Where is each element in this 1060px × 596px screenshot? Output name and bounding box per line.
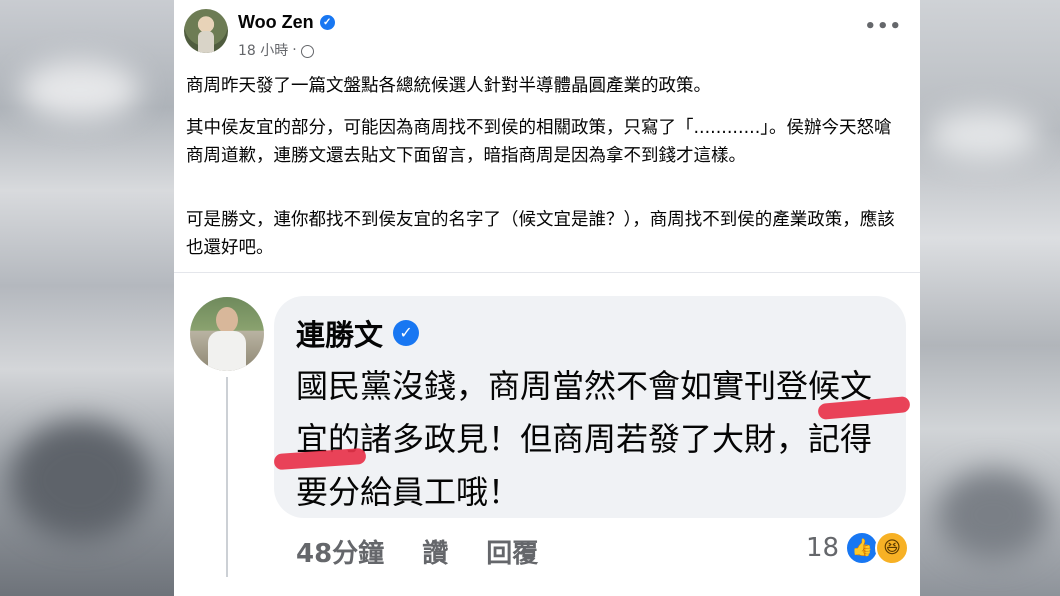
post-meta: 18 小時 · bbox=[238, 40, 314, 60]
blurred-backdrop-right bbox=[918, 0, 1060, 596]
backdrop-blur-shape bbox=[20, 60, 140, 120]
post-paragraph: 其中侯友宜的部分，可能因為商周找不到侯的相關政策，只寫了「...........… bbox=[186, 118, 892, 166]
like-icon: 👍 bbox=[845, 531, 880, 565]
comment-actions: 48分鐘 讚 回覆 bbox=[296, 533, 538, 570]
backdrop-blur-shape bbox=[10, 420, 150, 540]
haha-icon: 😆 bbox=[875, 531, 910, 565]
more-options-icon[interactable]: ••• bbox=[864, 16, 902, 37]
comment-time[interactable]: 48分鐘 bbox=[296, 533, 384, 570]
post: Woo Zen ✓ 18 小時 · ••• 商周昨天發了一篇文盤點各總統候選人針… bbox=[174, 0, 920, 272]
commenter-avatar[interactable] bbox=[190, 297, 264, 371]
thread-line bbox=[226, 377, 228, 577]
verified-badge-icon: ✓ bbox=[319, 15, 335, 30]
blurred-backdrop-left bbox=[0, 0, 174, 596]
reaction-count: 18 bbox=[806, 533, 840, 563]
comment-screenshot: 連勝文 ✓ 國民黨沒錢，商周當然不會如實刊登候文宜的諸多政見！但商周若發了大財，… bbox=[174, 273, 920, 596]
post-author[interactable]: Woo Zen ✓ bbox=[238, 12, 335, 33]
post-time[interactable]: 18 小時 bbox=[238, 40, 288, 60]
comment-bubble: 連勝文 ✓ 國民黨沒錢，商周當然不會如實刊登候文宜的諸多政見！但商周若發了大財，… bbox=[273, 296, 911, 518]
like-button[interactable]: 讚 bbox=[422, 533, 448, 570]
backdrop-blur-shape bbox=[928, 110, 1038, 160]
facebook-post-card: Woo Zen ✓ 18 小時 · ••• 商周昨天發了一篇文盤點各總統候選人針… bbox=[174, 0, 920, 596]
reaction-summary[interactable]: 18 👍 😆 bbox=[806, 531, 910, 565]
post-paragraph: 可是勝文，連你都找不到侯友宜的名字了（候文宜是誰？），商周找不到侯的產業政策，應… bbox=[186, 210, 895, 258]
reply-button[interactable]: 回覆 bbox=[486, 533, 538, 570]
comment-author[interactable]: 連勝文 ✓ bbox=[296, 312, 420, 354]
author-avatar[interactable] bbox=[184, 9, 228, 53]
post-paragraph: 商周昨天發了一篇文盤點各總統候選人針對半導體晶圓產業的政策。 bbox=[186, 76, 711, 96]
post-author-name[interactable]: Woo Zen bbox=[238, 12, 314, 33]
globe-icon bbox=[300, 44, 314, 58]
backdrop-blur-shape bbox=[938, 470, 1048, 560]
comment-text: 國民黨沒錢，商周當然不會如實刊登候文宜的諸多政見！但商周若發了大財，記得要分給員… bbox=[296, 367, 873, 511]
comment-author-name[interactable]: 連勝文 bbox=[296, 312, 383, 354]
verified-badge-icon: ✓ bbox=[393, 320, 420, 346]
